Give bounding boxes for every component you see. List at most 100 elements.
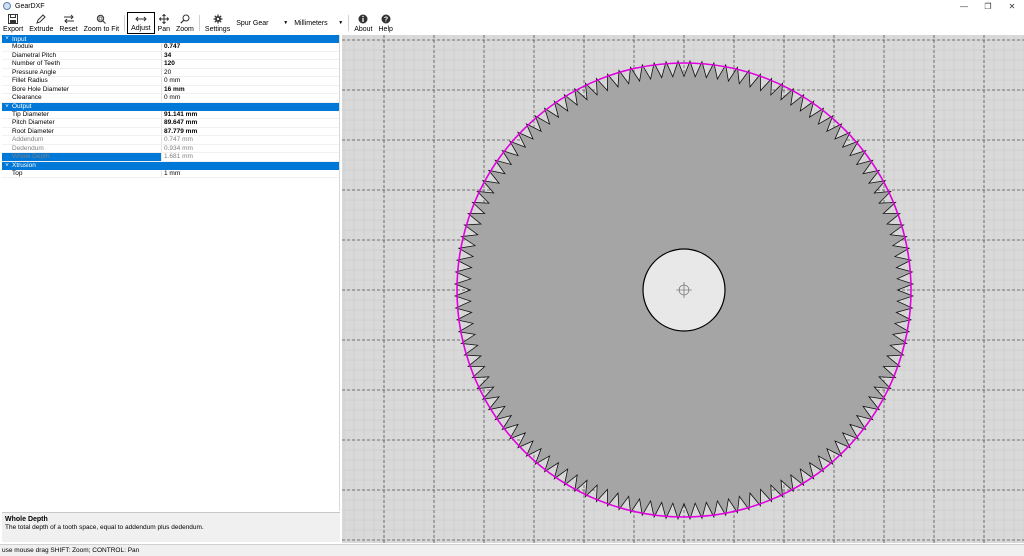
settings-button[interactable]: Settings: [202, 12, 233, 34]
property-top[interactable]: Top 1 mm: [2, 169, 339, 178]
minimize-button[interactable]: —: [952, 0, 976, 12]
gear-type-dropdown[interactable]: Spur Gear ▼: [233, 16, 291, 30]
property-clearance[interactable]: Clearance 0 mm: [2, 94, 339, 103]
help-icon: ?: [381, 13, 391, 25]
reset-button[interactable]: Reset: [56, 12, 80, 34]
gear-icon: [213, 13, 223, 25]
property-name: Pitch Diameter: [2, 119, 162, 127]
zoom-to-fit-label: Zoom to Fit: [83, 26, 120, 33]
horizontal-arrows-icon: [135, 13, 147, 24]
property-value[interactable]: 0 mm: [162, 94, 339, 102]
collapse-icon[interactable]: ˅: [2, 104, 12, 110]
swap-arrows-icon: [63, 13, 75, 25]
toolbar-separator: [348, 15, 350, 31]
property-name: Pressure Angle: [2, 68, 162, 76]
description-title: Whole Depth: [5, 516, 48, 523]
drawing-canvas[interactable]: [342, 35, 1024, 543]
extrude-button[interactable]: Extrude: [26, 12, 56, 34]
pencil-icon: [36, 13, 47, 25]
svg-text:?: ?: [384, 17, 388, 24]
property-whole-depth[interactable]: Whole Depth 1.681 mm: [2, 153, 339, 162]
property-name: Top: [2, 169, 162, 177]
help-button[interactable]: ? Help: [376, 12, 396, 34]
property-bore-hole-diameter[interactable]: Bore Hole Diameter 16 mm: [2, 85, 339, 94]
settings-label: Settings: [204, 26, 231, 33]
units-value: Millimeters: [294, 19, 328, 27]
property-name: Dedendum: [2, 144, 162, 152]
window-controls: — ❐ ✕: [952, 0, 1024, 12]
property-module[interactable]: Module 0.747: [2, 43, 339, 52]
reset-label: Reset: [59, 26, 78, 33]
property-value[interactable]: 34: [162, 52, 339, 60]
move-arrows-icon: [158, 13, 169, 25]
status-bar: use mouse drag SHIFT: Zoom; CONTROL: Pan: [0, 544, 1024, 556]
property-value: 0.747 mm: [164, 136, 193, 143]
description-panel: Whole Depth The total depth of a tooth s…: [2, 512, 340, 542]
adjust-button[interactable]: Adjust: [127, 12, 155, 34]
window-title: GearDXF: [15, 2, 45, 10]
close-button[interactable]: ✕: [1000, 0, 1024, 12]
zoom-button[interactable]: Zoom: [173, 12, 197, 34]
export-button[interactable]: Export: [0, 12, 26, 34]
pan-button[interactable]: Pan: [155, 12, 173, 34]
category-label: Xtrusion: [12, 162, 36, 169]
property-value[interactable]: 16 mm: [162, 86, 339, 94]
gear-drawing[interactable]: [342, 35, 1024, 543]
property-pressure-angle[interactable]: Pressure Angle 20: [2, 68, 339, 77]
toolbar-separator: [124, 15, 126, 31]
collapse-icon[interactable]: ˅: [2, 36, 12, 42]
property-root-diameter[interactable]: Root Diameter 87.779 mm: [2, 127, 339, 136]
about-button[interactable]: About: [351, 12, 375, 34]
property-pitch-diameter[interactable]: Pitch Diameter 89.647 mm: [2, 119, 339, 128]
collapse-icon[interactable]: ˅: [2, 163, 12, 169]
property-value: 89.647 mm: [164, 119, 198, 126]
extrude-label: Extrude: [29, 26, 54, 33]
floppy-disk-icon: [8, 13, 19, 25]
help-label: Help: [378, 26, 393, 33]
property-value[interactable]: 0 mm: [162, 77, 339, 85]
property-value: 87.779 mm: [164, 127, 198, 135]
property-value[interactable]: 0.747: [162, 43, 339, 51]
dropdown-arrow-icon: ▼: [283, 20, 289, 26]
property-value[interactable]: 1 mm: [162, 170, 339, 178]
property-number-of-teeth[interactable]: Number of Teeth 120: [2, 60, 339, 69]
restore-button[interactable]: ❐: [976, 0, 1000, 12]
toolbar-separator: [198, 15, 200, 31]
description-text: The total depth of a tooth space, equal …: [5, 524, 204, 531]
units-dropdown[interactable]: Millimeters ▼: [291, 16, 346, 30]
property-addendum[interactable]: Addendum 0.747 mm: [2, 136, 339, 145]
dropdown-arrow-icon: ▼: [338, 20, 344, 26]
property-value[interactable]: 120: [162, 60, 339, 68]
zoom-to-fit-button[interactable]: Zoom to Fit: [81, 12, 122, 34]
category-xtrusion[interactable]: ˅ Xtrusion: [2, 161, 339, 170]
zoom-fit-icon: [96, 13, 107, 25]
property-name: Diametral Pitch: [2, 51, 162, 59]
info-icon: [358, 13, 368, 25]
category-input[interactable]: ˅ Input: [2, 35, 339, 43]
property-name: Number of Teeth: [2, 60, 162, 68]
property-diametral-pitch[interactable]: Diametral Pitch 34: [2, 51, 339, 60]
property-name: Bore Hole Diameter: [2, 85, 162, 93]
property-name: Module: [2, 43, 162, 51]
zoom-label: Zoom: [176, 26, 194, 33]
about-label: About: [354, 26, 373, 33]
property-value: 91.141 mm: [164, 110, 198, 118]
property-name: Tip Diameter: [2, 110, 162, 118]
property-value[interactable]: 20: [162, 69, 339, 77]
property-value: 0.934 mm: [164, 144, 193, 152]
property-tip-diameter[interactable]: Tip Diameter 91.141 mm: [2, 110, 339, 119]
property-fillet-radius[interactable]: Fillet Radius 0 mm: [2, 77, 339, 86]
category-label: Input: [12, 35, 27, 43]
toolbar: Export Extrude Reset Zoom to Fit Adjust: [0, 12, 1024, 34]
property-value: 1.681 mm: [164, 153, 193, 160]
app-window: GearDXF — ❐ ✕ Export Extrude Reset Zoom …: [0, 0, 1024, 556]
property-name: Addendum: [2, 136, 162, 144]
adjust-label: Adjust: [131, 25, 151, 32]
property-name: Fillet Radius: [2, 77, 162, 85]
property-dedendum[interactable]: Dedendum 0.934 mm: [2, 144, 339, 153]
property-grid: ˅ Input Module 0.747 Diametral Pitch 34 Nu…: [2, 35, 340, 511]
status-text: use mouse drag SHIFT: Zoom; CONTROL: Pan: [2, 547, 140, 554]
property-name: Root Diameter: [2, 127, 162, 135]
category-output[interactable]: ˅ Output: [2, 102, 339, 111]
title-bar: GearDXF — ❐ ✕: [0, 0, 1024, 12]
